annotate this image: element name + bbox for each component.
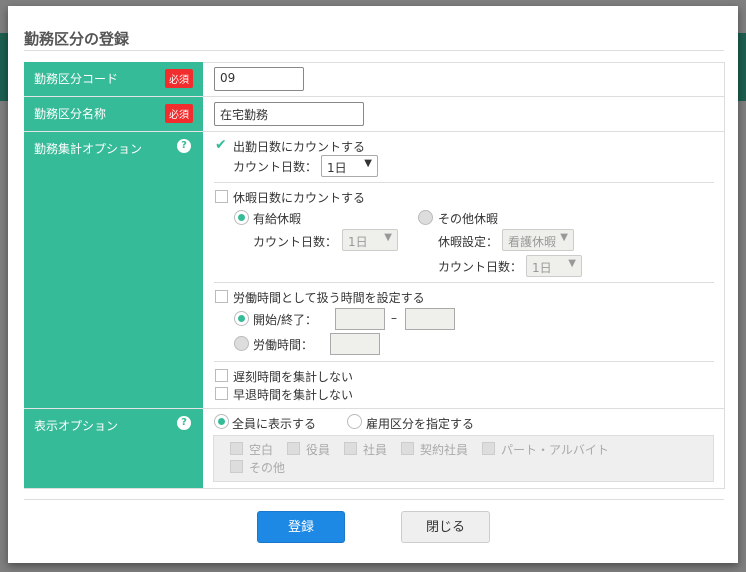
name-label: 勤務区分名称 必須 xyxy=(24,97,203,132)
type-checkbox[interactable] xyxy=(401,442,414,455)
name-input[interactable]: 在宅勤務 xyxy=(214,102,364,126)
type-checkbox[interactable] xyxy=(344,442,357,455)
startend-label: 開始/終了： xyxy=(253,313,318,327)
attendance-label: 出勤日数にカウントする xyxy=(233,140,366,154)
dialog-title: 勤務区分の登録 xyxy=(24,30,130,48)
help-icon[interactable]: ? xyxy=(177,416,191,430)
hours-label: 労働時間： xyxy=(253,338,314,352)
required-badge: 必須 xyxy=(165,69,193,88)
code-label: 勤務区分コード 必須 xyxy=(24,62,203,97)
paid-leave-radio[interactable] xyxy=(234,210,249,225)
chevron-down-icon: ▼ xyxy=(364,158,372,169)
paid-count-label: カウント日数： xyxy=(253,235,338,249)
leave-setting-label: 休暇設定： xyxy=(438,235,499,249)
display-specify-label: 雇用区分を指定する xyxy=(366,417,475,431)
startend-radio[interactable] xyxy=(234,311,249,326)
worktime-checkbox[interactable] xyxy=(215,290,228,303)
display-label: 表示オプション? xyxy=(24,409,203,488)
worktime-label: 労働時間として扱う時間を設定する xyxy=(233,291,425,305)
leave-setting-select[interactable]: 看護休暇 ▼ xyxy=(502,229,574,251)
divider xyxy=(24,499,724,500)
dash: – xyxy=(391,311,397,325)
attendance-checkbox[interactable]: ✔ xyxy=(215,138,228,152)
chevron-down-icon: ▼ xyxy=(384,232,392,243)
early-label: 早退時間を集計しない xyxy=(233,388,354,402)
early-checkbox[interactable] xyxy=(215,387,228,400)
divider xyxy=(24,50,724,51)
leave-checkbox[interactable] xyxy=(215,190,228,203)
other-leave-radio[interactable] xyxy=(418,210,433,225)
agg-label: 勤務集計オプション? xyxy=(24,132,203,409)
paid-leave-label: 有給休暇 xyxy=(253,212,302,226)
type-label: パート・アルバイト xyxy=(501,443,609,457)
chevron-down-icon: ▼ xyxy=(560,232,568,243)
background-header xyxy=(0,33,8,101)
register-button[interactable]: 登録 xyxy=(257,511,345,543)
type-label: 役員 xyxy=(306,443,331,457)
type-label: 社員 xyxy=(363,443,388,457)
type-label: その他 xyxy=(249,461,286,475)
hours-input[interactable] xyxy=(330,333,380,355)
hours-radio[interactable] xyxy=(234,336,249,351)
close-button[interactable]: 閉じる xyxy=(401,511,490,543)
required-badge: 必須 xyxy=(165,104,193,123)
late-checkbox[interactable] xyxy=(215,369,228,382)
type-checkbox[interactable] xyxy=(230,460,243,473)
type-checkbox[interactable] xyxy=(482,442,495,455)
other-count-label: カウント日数： xyxy=(438,260,523,274)
start-time-input[interactable] xyxy=(335,308,385,330)
display-all-radio[interactable] xyxy=(214,414,229,429)
display-all-label: 全員に表示する xyxy=(232,417,317,431)
attendance-count-label: カウント日数： xyxy=(233,160,318,174)
other-leave-label: その他休暇 xyxy=(438,212,499,226)
divider xyxy=(203,131,725,132)
divider xyxy=(214,182,714,183)
other-count-select[interactable]: 1日 ▼ xyxy=(526,255,582,277)
type-label: 契約社員 xyxy=(420,443,469,457)
leave-label: 休暇日数にカウントする xyxy=(233,191,366,205)
type-checkbox[interactable] xyxy=(287,442,300,455)
dialog: 勤務区分の登録 勤務区分コード 必須 09 勤務区分名称 必須 在宅勤務 勤務集計オ… xyxy=(8,6,738,563)
divider xyxy=(214,361,714,362)
code-input[interactable]: 09 xyxy=(214,67,304,91)
divider xyxy=(214,282,714,283)
help-icon[interactable]: ? xyxy=(177,139,191,153)
chevron-down-icon: ▼ xyxy=(568,258,576,269)
attendance-count-select[interactable]: 1日 ▼ xyxy=(321,155,378,177)
end-time-input[interactable] xyxy=(405,308,455,330)
divider xyxy=(203,408,725,409)
type-checkbox[interactable] xyxy=(230,442,243,455)
divider xyxy=(203,96,725,97)
type-label: 空白 xyxy=(249,443,274,457)
background-header xyxy=(738,33,746,101)
paid-count-select[interactable]: 1日 ▼ xyxy=(342,229,398,251)
late-label: 遅刻時間を集計しない xyxy=(233,370,354,384)
display-specify-radio[interactable] xyxy=(347,414,362,429)
